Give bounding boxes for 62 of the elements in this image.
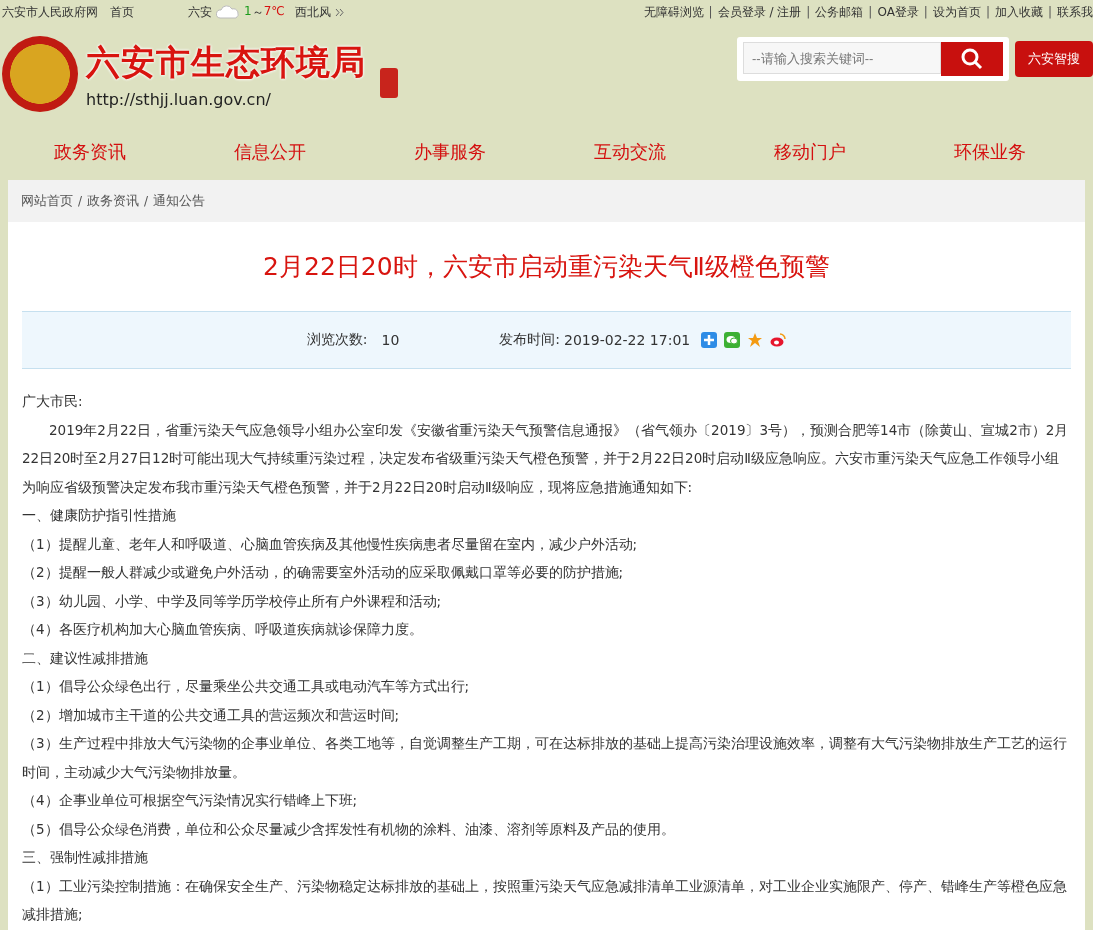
nav-item[interactable]: 政务资讯	[0, 140, 180, 164]
search-field[interactable]: --请输入搜索关键词--	[743, 42, 941, 74]
nav-item[interactable]: 环保业务	[900, 140, 1080, 164]
breadcrumb-separator: /	[144, 194, 149, 208]
list-item-text: （1）倡导公众绿色出行，尽量乘坐公共交通工具或电动汽车等方式出行;	[22, 677, 471, 696]
nav-item[interactable]: 办事服务	[360, 140, 540, 164]
link-separator: |	[985, 5, 990, 19]
search-button[interactable]	[941, 42, 1003, 76]
breadcrumb-link[interactable]: 通知公告	[153, 192, 206, 210]
top-link[interactable]: 公务邮箱	[815, 3, 864, 21]
top-link[interactable]: 首页	[110, 3, 134, 21]
search-icon	[961, 48, 983, 70]
section-text: 三、强制性减排措施	[22, 848, 149, 867]
list-item-text: （1）提醒儿童、老年人和呼吸道、心脑血管疾病及其他慢性疾病患者尽量留在室内，减少户外活动;	[22, 534, 639, 554]
list-item-text: （4）企事业单位可根据空气污染情况实行错峰上下班;	[22, 791, 359, 810]
list-item-text: （2）增加城市主干道的公共交通工具的营运频次和营运时间;	[22, 705, 401, 725]
nav-item[interactable]: 互动交流	[540, 140, 720, 164]
city-text: 六安	[188, 3, 212, 21]
breadcrumb-link[interactable]: 网站首页	[21, 192, 73, 210]
link-separator: |	[1047, 5, 1052, 19]
smart-search-button[interactable]: 六安智搜	[1015, 41, 1093, 77]
cloud-icon	[216, 5, 240, 19]
top-link[interactable]: 联系我	[1057, 3, 1093, 21]
nav-item[interactable]: 信息公开	[180, 140, 360, 164]
site-url: http://sthjj.luan.gov.cn/	[86, 89, 272, 109]
top-link[interactable]: OA登录	[877, 3, 919, 21]
date-label: 发布时间:	[499, 331, 561, 349]
top-link[interactable]: 加入收藏	[994, 3, 1043, 21]
list-item-text: （2）提醒一般人群减少或避免户外活动，的确需要室外活动的应采取佩戴口罩等必要的防护措施;	[22, 563, 625, 582]
breadcrumb-separator: /	[78, 194, 83, 208]
views-count: 10	[381, 332, 400, 348]
chat-share-icon[interactable]	[724, 332, 741, 348]
date-text: 2019-02-22 17:01	[564, 332, 691, 348]
list-item-text: （1）工业污染控制措施：在确保安全生产、污染物稳定达标排放的基础上，按照重污染天气应急减排清单工业源清单，对工业企业实施限产、停产、错峰生产等橙色应急减排措施;	[22, 876, 1068, 924]
views-label: 浏览次数:	[306, 331, 368, 349]
top-link[interactable]: 六安市人民政府网	[2, 3, 98, 21]
plus-share-icon[interactable]	[701, 332, 718, 348]
section-text: 一、健康防护指引性措施	[22, 506, 177, 525]
list-item-text: （3）幼儿园、小学、中学及同等学历学校停止所有户外课程和活动;	[22, 591, 443, 611]
section-text: 二、建议性减排措施	[22, 648, 149, 668]
low-temp-text: 1	[244, 3, 252, 20]
section-text: 广大市民:	[22, 392, 84, 411]
top-link[interactable]: 无障碍浏览	[643, 3, 704, 21]
list-item-text: （4）各医疗机构加大心脑血管疾病、呼吸道疾病就诊保障力度。	[22, 620, 424, 639]
site-title: 六安市生态环境局	[86, 40, 366, 84]
star-share-icon[interactable]	[747, 332, 764, 348]
link-separator: |	[708, 5, 713, 19]
article-title: 2月22日20时，六安市启动重污染天气Ⅱ级橙色预警	[262, 251, 831, 283]
double-chevron-icon[interactable]	[334, 7, 344, 17]
wind-text: 西北风	[294, 3, 331, 21]
top-link[interactable]: 设为首页	[932, 3, 981, 21]
breadcrumb-link[interactable]: 政务资讯	[87, 192, 140, 210]
link-separator: |	[923, 5, 928, 19]
list-item-text: （3）生产过程中排放大气污染物的企事业单位、各类工地等，自觉调整生产工期，可在达标排放的基础上提高污染治理设施效率，调整有大气污染物排放生产工艺的运行时间，主动减少大气污染物排放量。	[22, 734, 1068, 782]
top-link[interactable]: 会员登录 / 注册	[717, 3, 802, 21]
link-separator: |	[806, 5, 811, 19]
nav-item[interactable]: 移动门户	[720, 140, 900, 164]
list-item-text: （5）倡导公众绿色消费，单位和公众尽量减少含挥发性有机物的涂料、油漆、溶剂等原料及产品的使用。	[22, 819, 676, 839]
temp-separator: ～	[251, 3, 264, 21]
link-separator: |	[868, 5, 873, 19]
body-paragraph: 2019年2月22日，省重污染天气应急领导小组办公室印发《安徽省重污染天气预警信息通报》（省气领办〔2019〕3号），预测合肥等14市（除黄山、宣城2市）2月22日20时至2月27日12时可能出现大气持续重污染过程，决定发布省级重污染天气橙色预警，并于2月22日20时启动Ⅱ级应急响应。六安市重污染天气应急工作领导小组为响应省级预警决定发布我市重污染天气橙色预警，并于2月22日20时启动Ⅱ级响应，现将应急措施通知如下:	[22, 420, 1070, 497]
high-temp-text: 7℃	[263, 3, 285, 20]
